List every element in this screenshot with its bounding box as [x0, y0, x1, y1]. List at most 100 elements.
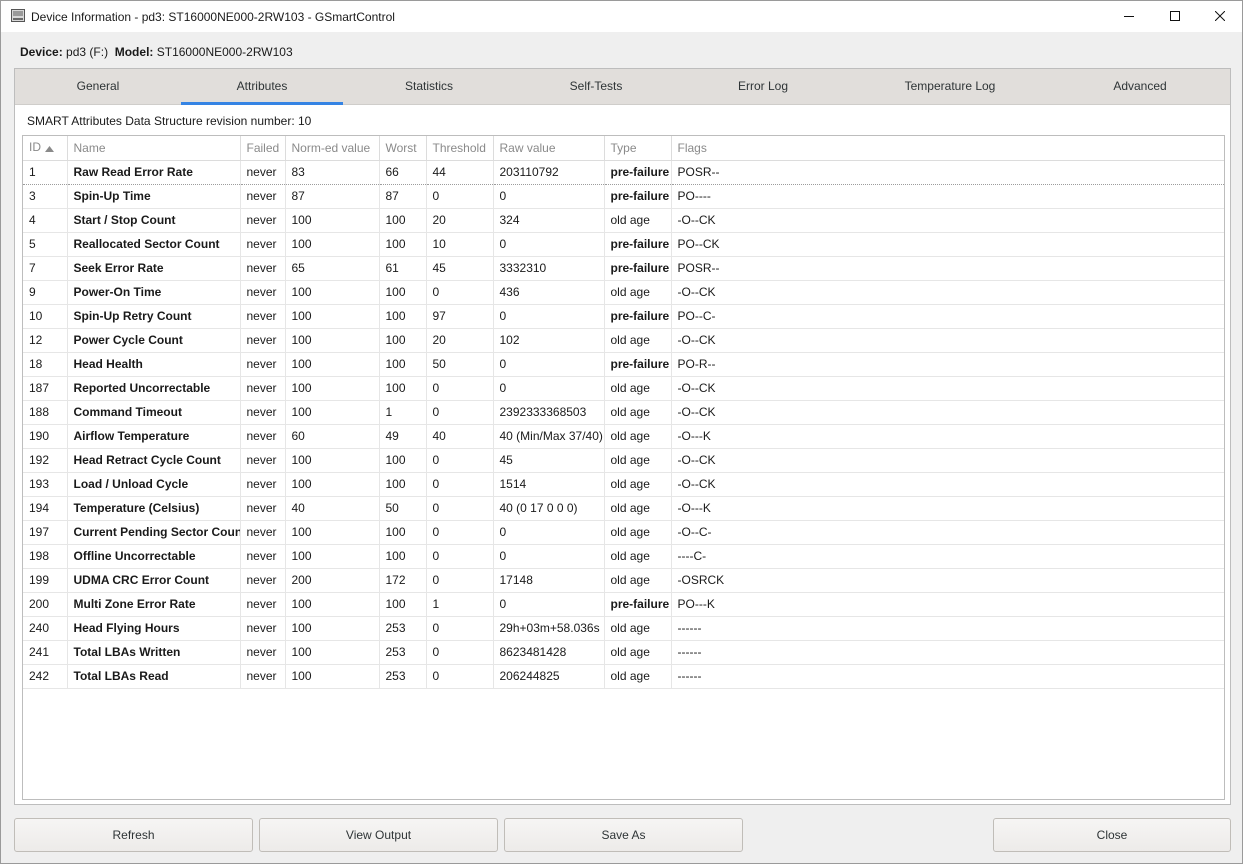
table-row[interactable]: 194 Temperature (Celsius) never 40 50 0 40 (0 … [23, 496, 1224, 521]
cell-worst: 100 [379, 544, 427, 569]
close-window-button[interactable] [1197, 1, 1243, 32]
cell-name: Spin-Up Time [67, 184, 241, 209]
cell-name: UDMA CRC Error Count [67, 568, 241, 593]
cell-raw-value: 0 [493, 544, 605, 569]
table-row[interactable]: 4 Start / Stop Count never 100 100 20 324 old a… [23, 208, 1224, 233]
table-row[interactable]: 241 Total LBAs Written never 100 253 0 8623481… [23, 640, 1224, 665]
table-row[interactable]: 7 Seek Error Rate never 65 61 45 3332310 pre-fa… [23, 256, 1224, 281]
table-row[interactable]: 240 Head Flying Hours never 100 253 0 29h+03m+… [23, 616, 1224, 641]
cell-worst: 253 [379, 616, 427, 641]
cell-raw-value: 1514 [493, 472, 605, 497]
maximize-button[interactable] [1152, 1, 1198, 32]
minimize-button[interactable] [1106, 1, 1152, 32]
cell-name: Seek Error Rate [67, 256, 241, 281]
table-row[interactable]: 190 Airflow Temperature never 60 49 40 40 (Min… [23, 424, 1224, 449]
close-button[interactable]: Close [993, 818, 1231, 852]
table-row[interactable]: 3 Spin-Up Time never 87 87 0 0 pre-failure PO---… [23, 184, 1224, 209]
cell-flags: PO---K [671, 592, 1224, 617]
view-output-button[interactable]: View Output [259, 818, 498, 852]
cell-worst: 100 [379, 472, 427, 497]
column-header-worst[interactable]: Worst [379, 136, 427, 161]
cell-name: Airflow Temperature [67, 424, 241, 449]
column-header-name[interactable]: Name [67, 136, 241, 161]
cell-worst: 253 [379, 664, 427, 689]
table-row[interactable]: 197 Current Pending Sector Count never 100 1… [23, 520, 1224, 545]
tab-general[interactable]: General [15, 69, 181, 105]
cell-type: old age [604, 616, 672, 641]
cell-type: pre-failure [604, 232, 672, 257]
cell-worst: 61 [379, 256, 427, 281]
cell-name: Total LBAs Read [67, 664, 241, 689]
cell-type: old age [604, 472, 672, 497]
cell-threshold: 20 [426, 328, 494, 353]
table-row[interactable]: 5 Reallocated Sector Count never 100 100 10 0 p… [23, 232, 1224, 257]
tab-self-tests[interactable]: Self-Tests [515, 69, 677, 105]
cell-failed: never [240, 640, 286, 665]
table-row[interactable]: 1 Raw Read Error Rate never 83 66 44 203110792… [23, 159, 1224, 185]
cell-failed: never [240, 568, 286, 593]
table-row[interactable]: 18 Head Health never 100 100 50 0 pre-failure PO… [23, 352, 1224, 377]
cell-threshold: 0 [426, 664, 494, 689]
table-row[interactable]: 12 Power Cycle Count never 100 100 20 102 old a… [23, 328, 1224, 353]
column-header-normed-value[interactable]: Norm-ed value [285, 136, 380, 161]
attributes-table-frame[interactable]: ID Name Failed Norm-ed value Worst Thres… [22, 135, 1225, 800]
cell-id: 242 [23, 664, 68, 689]
column-header-flags[interactable]: Flags [671, 136, 1224, 161]
cell-worst: 50 [379, 496, 427, 521]
cell-id: 4 [23, 208, 68, 233]
cell-name: Head Flying Hours [67, 616, 241, 641]
tab-attributes[interactable]: Attributes [181, 69, 343, 105]
tab-advanced[interactable]: Advanced [1051, 69, 1229, 105]
column-header-failed[interactable]: Failed [240, 136, 286, 161]
cell-failed: never [240, 280, 286, 305]
cell-id: 1 [23, 159, 68, 185]
cell-type: old age [604, 568, 672, 593]
cell-normed-value: 100 [285, 328, 380, 353]
cell-name: Head Retract Cycle Count [67, 448, 241, 473]
tab-statistics[interactable]: Statistics [343, 69, 515, 105]
cell-normed-value: 100 [285, 400, 380, 425]
cell-normed-value: 100 [285, 280, 380, 305]
cell-threshold: 0 [426, 640, 494, 665]
revision-text: SMART Attributes Data Structure revision… [27, 114, 312, 128]
cell-normed-value: 100 [285, 616, 380, 641]
cell-flags: -OSRCK [671, 568, 1224, 593]
cell-worst: 100 [379, 448, 427, 473]
column-header-raw-value[interactable]: Raw value [493, 136, 605, 161]
cell-type: pre-failure [604, 304, 672, 329]
tab-temperature-log[interactable]: Temperature Log [849, 69, 1051, 105]
cell-normed-value: 200 [285, 568, 380, 593]
cell-name: Reallocated Sector Count [67, 232, 241, 257]
cell-raw-value: 436 [493, 280, 605, 305]
table-row[interactable]: 193 Load / Unload Cycle never 100 100 0 1514 ol… [23, 472, 1224, 497]
column-header-threshold[interactable]: Threshold [426, 136, 494, 161]
attributes-table[interactable]: ID Name Failed Norm-ed value Worst Thres… [23, 136, 1224, 689]
table-row[interactable]: 192 Head Retract Cycle Count never 100 100 0 4… [23, 448, 1224, 473]
refresh-button[interactable]: Refresh [14, 818, 253, 852]
table-row[interactable]: 9 Power-On Time never 100 100 0 436 old age -O--… [23, 280, 1224, 305]
tab-error-log[interactable]: Error Log [677, 69, 849, 105]
cell-normed-value: 100 [285, 520, 380, 545]
table-row[interactable]: 188 Command Timeout never 100 1 0 239233336850… [23, 400, 1224, 425]
table-row[interactable]: 187 Reported Uncorrectable never 100 100 0 0 ol… [23, 376, 1224, 401]
table-header: ID Name Failed Norm-ed value Worst Thres… [23, 136, 1224, 161]
table-row[interactable]: 10 Spin-Up Retry Count never 100 100 97 0 pre-f… [23, 304, 1224, 329]
title-bar[interactable]: Device Information - pd3: ST16000NE000-2… [1, 1, 1242, 32]
table-row[interactable]: 199 UDMA CRC Error Count never 200 172 0 17148… [23, 568, 1224, 593]
cell-flags: -O---K [671, 424, 1224, 449]
column-header-id[interactable]: ID [23, 136, 68, 161]
column-header-type[interactable]: Type [604, 136, 672, 161]
table-row[interactable]: 200 Multi Zone Error Rate never 100 100 1 0 pre… [23, 592, 1224, 617]
cell-worst: 253 [379, 640, 427, 665]
save-as-button[interactable]: Save As [504, 818, 743, 852]
cell-id: 7 [23, 256, 68, 281]
table-row[interactable]: 198 Offline Uncorrectable never 100 100 0 0 old… [23, 544, 1224, 569]
cell-type: old age [604, 208, 672, 233]
cell-type: old age [604, 400, 672, 425]
cell-failed: never [240, 520, 286, 545]
cell-id: 198 [23, 544, 68, 569]
cell-raw-value: 0 [493, 592, 605, 617]
cell-id: 3 [23, 184, 68, 209]
cell-flags: PO-R-- [671, 352, 1224, 377]
table-row[interactable]: 242 Total LBAs Read never 100 253 0 206244825 o… [23, 664, 1224, 689]
